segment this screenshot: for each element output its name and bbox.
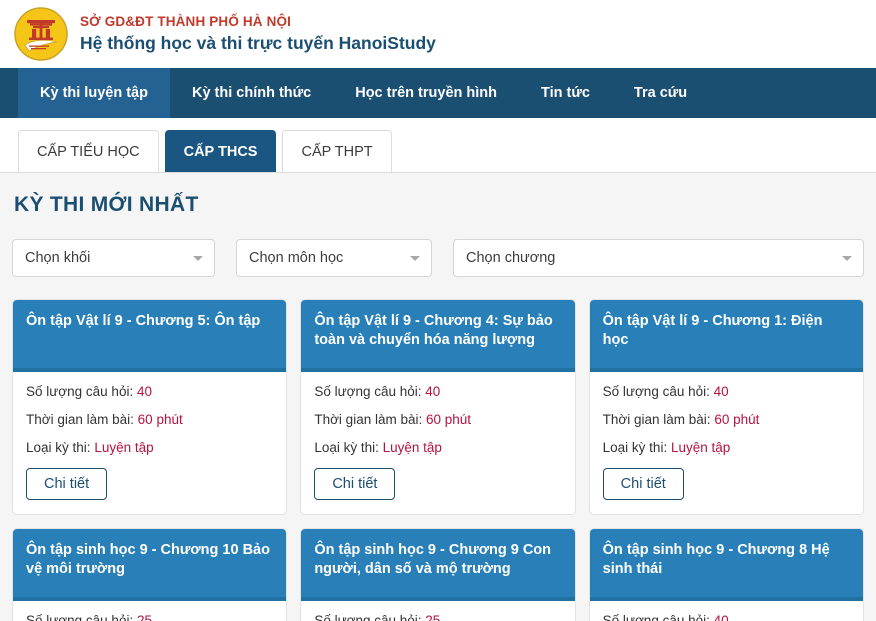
page-title: KỲ THI MỚI NHẤT (14, 193, 199, 216)
exam-card-title: Ôn tập Vật lí 9 - Chương 4: Sự bảo toàn … (301, 300, 575, 372)
question-count-row: Số lượng câu hỏi: 25 (26, 613, 273, 621)
exam-type-row: Loại kỳ thi: Luyện tập (26, 440, 273, 455)
exam-card-title: Ôn tập sinh học 9 - Chương 8 Hệ sinh thá… (589, 529, 863, 601)
question-count-row: Số lượng câu hỏi: 40 (603, 384, 850, 399)
subject-select[interactable]: Chọn môn học (236, 239, 432, 277)
question-count-label: Số lượng câu hỏi: (26, 384, 134, 399)
main-content: KỲ THI MỚI NHẤT Chọn khối Chọn môn học C… (0, 173, 876, 621)
duration-row: Thời gian làm bài: 60 phút (26, 412, 273, 427)
chevron-down-icon (410, 256, 420, 261)
duration-value: 60 phút (426, 412, 472, 427)
duration-label: Thời gian làm bài: (26, 412, 134, 427)
duration-label: Thời gian làm bài: (314, 412, 423, 427)
exam-card: Ôn tập sinh học 9 - Chương 8 Hệ sinh thá… (588, 528, 864, 621)
detail-button[interactable]: Chi tiết (26, 468, 108, 500)
question-count-value: 40 (136, 384, 152, 399)
question-count-row: Số lượng câu hỏi: 40 (26, 384, 273, 399)
tab-cap-tieu-hoc[interactable]: CẤP TIỂU HỌC (18, 130, 159, 172)
exam-card-grid: Ôn tập Vật lí 9 - Chương 5: Ôn tập Số lượ… (12, 299, 864, 621)
nav-item-tin-tuc[interactable]: Tin tức (519, 68, 612, 118)
main-navigation: Kỳ thi luyện tập Kỳ thi chính thức Học t… (0, 68, 876, 118)
grade-select-value: Chọn khối (25, 250, 91, 266)
exam-card: Ôn tập Vật lí 9 - Chương 1: Điện học Số l… (588, 299, 864, 515)
exam-card: Ôn tập sinh học 9 - Chương 10 Bảo vệ môi… (12, 528, 288, 621)
duration-label: Thời gian làm bài: (602, 412, 711, 427)
question-count-label: Số lượng câu hỏi: (314, 384, 422, 399)
exam-card-title: Ôn tập Vật lí 9 - Chương 5: Ôn tập (13, 300, 287, 372)
question-count-value: 40 (713, 613, 729, 621)
exam-card-title: Ôn tập Vật lí 9 - Chương 1: Điện học (589, 300, 863, 372)
exam-card-body: Số lượng câu hỏi: 25Thời gian làm bài: 6… (13, 601, 286, 621)
hanoi-education-seal-icon (14, 7, 68, 61)
detail-button[interactable]: Chi tiết (602, 468, 684, 500)
duration-row: Thời gian làm bài: 60 phút (603, 412, 850, 427)
nav-item-ky-thi-luyen-tap[interactable]: Kỳ thi luyện tập (18, 68, 170, 118)
exam-card-body: Số lượng câu hỏi: 40Thời gian làm bài: 6… (13, 372, 286, 514)
exam-type-value: Luyện tập (670, 440, 731, 455)
question-count-row: Số lượng câu hỏi: 40 (314, 384, 561, 399)
nav-item-tra-cuu[interactable]: Tra cứu (612, 68, 709, 118)
duration-value: 60 phút (714, 412, 760, 427)
nav-item-hoc-tren-truyen-hinh[interactable]: Học trên truyền hình (333, 68, 519, 118)
question-count-value: 40 (713, 384, 729, 399)
exam-type-value: Luyện tập (382, 440, 442, 455)
nav-item-ky-thi-chinh-thuc[interactable]: Kỳ thi chính thức (170, 68, 333, 118)
detail-button[interactable]: Chi tiết (314, 468, 396, 500)
exam-type-label: Loại kỳ thi: (314, 440, 379, 455)
question-count-value: 40 (425, 384, 441, 399)
exam-card: Ôn tập Vật lí 9 - Chương 5: Ôn tập Số lượ… (12, 299, 288, 515)
question-count-label: Số lượng câu hỏi: (314, 613, 422, 621)
level-tab-strip: CẤP TIỂU HỌC CẤP THCS CẤP THPT (0, 118, 876, 173)
filter-row: Chọn khối Chọn môn học Chọn chương (12, 239, 864, 277)
question-count-label: Số lượng câu hỏi: (26, 613, 134, 621)
question-count-row: Số lượng câu hỏi: 25 (314, 613, 561, 621)
question-count-label: Số lượng câu hỏi: (602, 384, 710, 399)
chevron-down-icon (842, 256, 852, 261)
chevron-down-icon (193, 256, 203, 261)
question-count-row: Số lượng câu hỏi: 40 (603, 613, 850, 621)
exam-card: Ôn tập Vật lí 9 - Chương 4: Sự bảo toàn … (300, 299, 576, 515)
question-count-label: Số lượng câu hỏi: (602, 613, 710, 621)
exam-type-row: Loại kỳ thi: Luyện tập (314, 440, 561, 455)
exam-card: Ôn tập sinh học 9 - Chương 9 Con người, … (300, 528, 576, 621)
duration-value: 60 phút (137, 412, 183, 427)
exam-type-row: Loại kỳ thi: Luyện tập (603, 440, 850, 455)
exam-card-body: Số lượng câu hỏi: 40Thời gian làm bài: 6… (301, 372, 574, 514)
exam-card-body: Số lượng câu hỏi: 40Thời gian làm bài: 6… (590, 372, 863, 514)
exam-card-body: Số lượng câu hỏi: 25Thời gian làm bài: 6… (301, 601, 574, 621)
chapter-select[interactable]: Chọn chương (453, 239, 864, 277)
duration-row: Thời gian làm bài: 60 phút (314, 412, 561, 427)
tab-cap-thpt[interactable]: CẤP THPT (282, 130, 392, 172)
grade-select[interactable]: Chọn khối (12, 239, 215, 277)
subject-select-value: Chọn môn học (249, 250, 344, 266)
tab-cap-thcs[interactable]: CẤP THCS (164, 130, 277, 172)
question-count-value: 25 (136, 613, 152, 621)
exam-type-value: Luyện tập (94, 440, 154, 455)
chapter-select-value: Chọn chương (466, 250, 556, 266)
exam-type-label: Loại kỳ thi: (26, 440, 91, 455)
site-title: Hệ thống học và thi trực tuyến HanoiStud… (80, 32, 436, 53)
exam-card-body: Số lượng câu hỏi: 40Thời gian làm bài: 6… (590, 601, 863, 621)
exam-card-title: Ôn tập sinh học 9 - Chương 9 Con người, … (301, 529, 575, 601)
organization-name: SỞ GD&ĐT THÀNH PHỐ HÀ NỘI (80, 13, 292, 29)
exam-type-label: Loại kỳ thi: (602, 440, 668, 455)
brand-header: SỞ GD&ĐT THÀNH PHỐ HÀ NỘI Hệ thống học v… (0, 0, 876, 68)
exam-card-title: Ôn tập sinh học 9 - Chương 10 Bảo vệ môi… (13, 529, 287, 601)
question-count-value: 25 (425, 613, 441, 621)
